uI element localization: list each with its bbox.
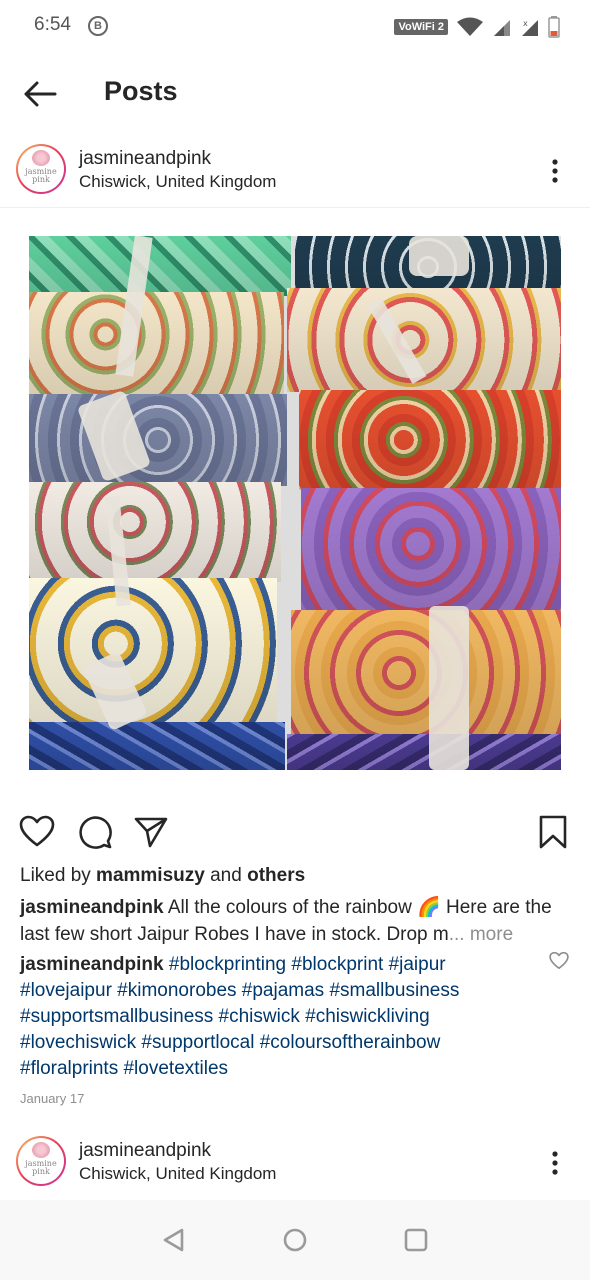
comment-item: jasmineandpink #blockprinting #blockprin…: [20, 952, 540, 1082]
bookmark-icon: [539, 815, 567, 849]
signal-icon-2: x: [522, 19, 538, 36]
system-nav-bar: [0, 1200, 590, 1280]
post-location[interactable]: Chiswick, United Kingdom: [79, 172, 276, 192]
vowifi-badge: VoWiFi 2: [394, 19, 448, 35]
svg-text:x: x: [523, 19, 528, 28]
app-bar: Posts: [0, 62, 590, 124]
like-button[interactable]: [19, 814, 55, 850]
nav-back-button[interactable]: [160, 1226, 188, 1254]
flower-logo-icon: [32, 1142, 50, 1158]
avatar-logo: jasmine pink: [18, 1138, 64, 1184]
post-date: January 17: [20, 1091, 85, 1106]
battery-icon: [548, 16, 560, 38]
page-title: Posts: [104, 76, 178, 106]
post-username[interactable]: jasmineandpink: [79, 1140, 211, 1162]
save-button[interactable]: [535, 814, 571, 850]
avatar[interactable]: jasmine pink: [16, 1136, 66, 1186]
wifi-icon: [457, 17, 483, 36]
more-vertical-icon: [552, 159, 558, 183]
avatar-logo: jasmine pink: [18, 146, 64, 192]
back-arrow-icon: [24, 81, 57, 107]
caption-username[interactable]: jasmineandpink: [20, 897, 164, 918]
comment-username[interactable]: jasmineandpink: [20, 954, 164, 975]
more-vertical-icon: [552, 1151, 558, 1175]
comment-icon: [79, 816, 112, 849]
nav-home-button[interactable]: [281, 1226, 309, 1254]
liked-user[interactable]: mammisuzy: [96, 865, 205, 886]
status-icons: VoWiFi 2 x: [394, 16, 560, 38]
comment-button[interactable]: [77, 814, 113, 850]
send-icon: [134, 817, 168, 848]
liked-others[interactable]: others: [247, 865, 305, 886]
divider: [0, 207, 590, 208]
heart-icon: [549, 951, 569, 970]
more-options-button[interactable]: [545, 1150, 565, 1176]
post-username[interactable]: jasmineandpink: [79, 148, 211, 170]
share-button[interactable]: [133, 814, 169, 850]
square-recents-icon: [404, 1228, 428, 1252]
post-header: jasmine pink jasmineandpink Chiswick, Un…: [0, 138, 590, 202]
more-options-button[interactable]: [545, 158, 565, 184]
comment-like-button[interactable]: [549, 951, 569, 971]
triangle-back-icon: [163, 1228, 184, 1252]
circle-home-icon: [283, 1228, 307, 1252]
status-badge: B: [88, 16, 108, 36]
avatar[interactable]: jasmine pink: [16, 144, 66, 194]
post-location[interactable]: Chiswick, United Kingdom: [79, 1164, 276, 1184]
heart-icon: [19, 815, 55, 847]
caption-more-link[interactable]: ... more: [449, 924, 513, 945]
post-image[interactable]: [29, 236, 561, 770]
next-post-header: jasmine pink jasmineandpink Chiswick, Un…: [0, 1130, 590, 1194]
post-caption: jasmineandpink All the colours of the ra…: [20, 894, 575, 948]
back-button[interactable]: [20, 74, 60, 114]
likes-summary[interactable]: Liked by mammisuzy and others: [20, 865, 305, 887]
status-time: 6:54: [34, 14, 71, 35]
post-actions: [0, 810, 590, 854]
status-bar: 6:54 B VoWiFi 2 x: [0, 0, 590, 52]
nav-recents-button[interactable]: [402, 1226, 430, 1254]
flower-logo-icon: [32, 150, 50, 166]
signal-icon: [494, 20, 510, 36]
